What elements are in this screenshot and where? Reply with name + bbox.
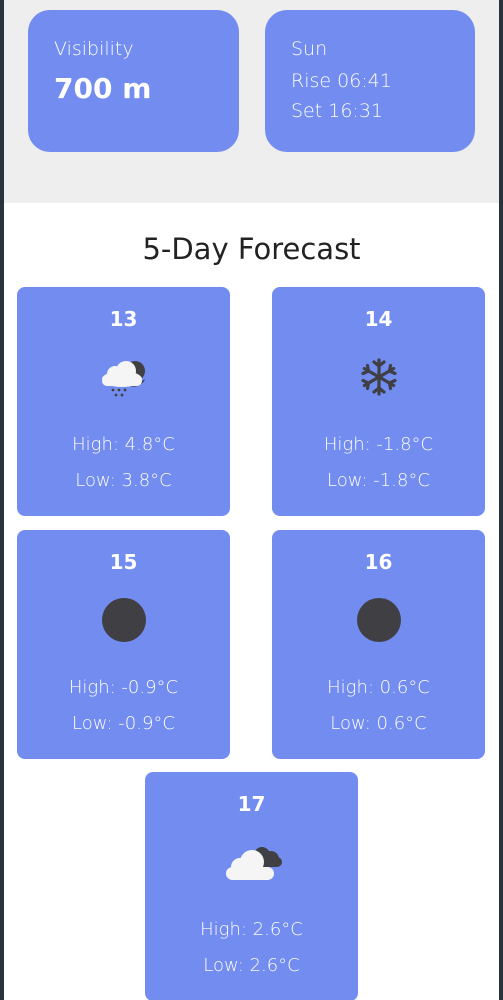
- day-high-temp: High: -0.9°C: [68, 677, 179, 698]
- sunrise-time: Rise 06:41: [291, 70, 392, 92]
- sun-card: Sun Rise 06:41 Set 16:31: [265, 10, 475, 152]
- sun-label: Sun: [291, 38, 328, 60]
- forecast-day-card: 15 High: -0.9°C Low: -0.9°C: [17, 530, 230, 759]
- day-low-temp: Low: 0.6°C: [330, 713, 427, 734]
- day-high-temp: High: -1.8°C: [323, 434, 434, 455]
- day-low-temp: Low: -0.9°C: [72, 713, 175, 734]
- day-high-temp: High: 2.6°C: [200, 919, 303, 940]
- forecast-day-card: 17 High: 2.6°C Low: 2.6°C: [145, 772, 358, 1000]
- moon-icon: [272, 592, 485, 648]
- visibility-label: Visibility: [54, 38, 134, 60]
- day-high-temp: High: 0.6°C: [327, 677, 430, 698]
- day-number: 16: [364, 550, 393, 574]
- current-stats-section: Visibility 700 m Sun Rise 06:41 Set 16:3…: [4, 0, 499, 203]
- moon-icon: [17, 592, 230, 648]
- visibility-card: Visibility 700 m: [28, 10, 239, 152]
- snowflake-icon: [272, 349, 485, 405]
- forecast-day-card: 14 High: -1.8°C Low: -1.8°C: [272, 287, 485, 516]
- day-low-temp: Low: -1.8°C: [327, 470, 430, 491]
- day-low-temp: Low: 2.6°C: [203, 955, 300, 976]
- rain-cloud-moon-icon: [17, 349, 230, 405]
- sunset-time: Set 16:31: [291, 100, 383, 122]
- clouds-icon: [145, 834, 358, 890]
- weather-page: Visibility 700 m Sun Rise 06:41 Set 16:3…: [4, 0, 499, 1000]
- forecast-title: 5-Day Forecast: [142, 232, 361, 266]
- day-number: 17: [237, 792, 266, 816]
- forecast-day-card: 16 High: 0.6°C Low: 0.6°C: [272, 530, 485, 759]
- visibility-value: 700 m: [54, 72, 152, 105]
- forecast-day-card: 13 High: 4.8°C Low: 3.8°C: [17, 287, 230, 516]
- day-number: 13: [109, 307, 138, 331]
- day-number: 15: [109, 550, 138, 574]
- day-number: 14: [364, 307, 393, 331]
- day-high-temp: High: 4.8°C: [72, 434, 175, 455]
- day-low-temp: Low: 3.8°C: [75, 470, 172, 491]
